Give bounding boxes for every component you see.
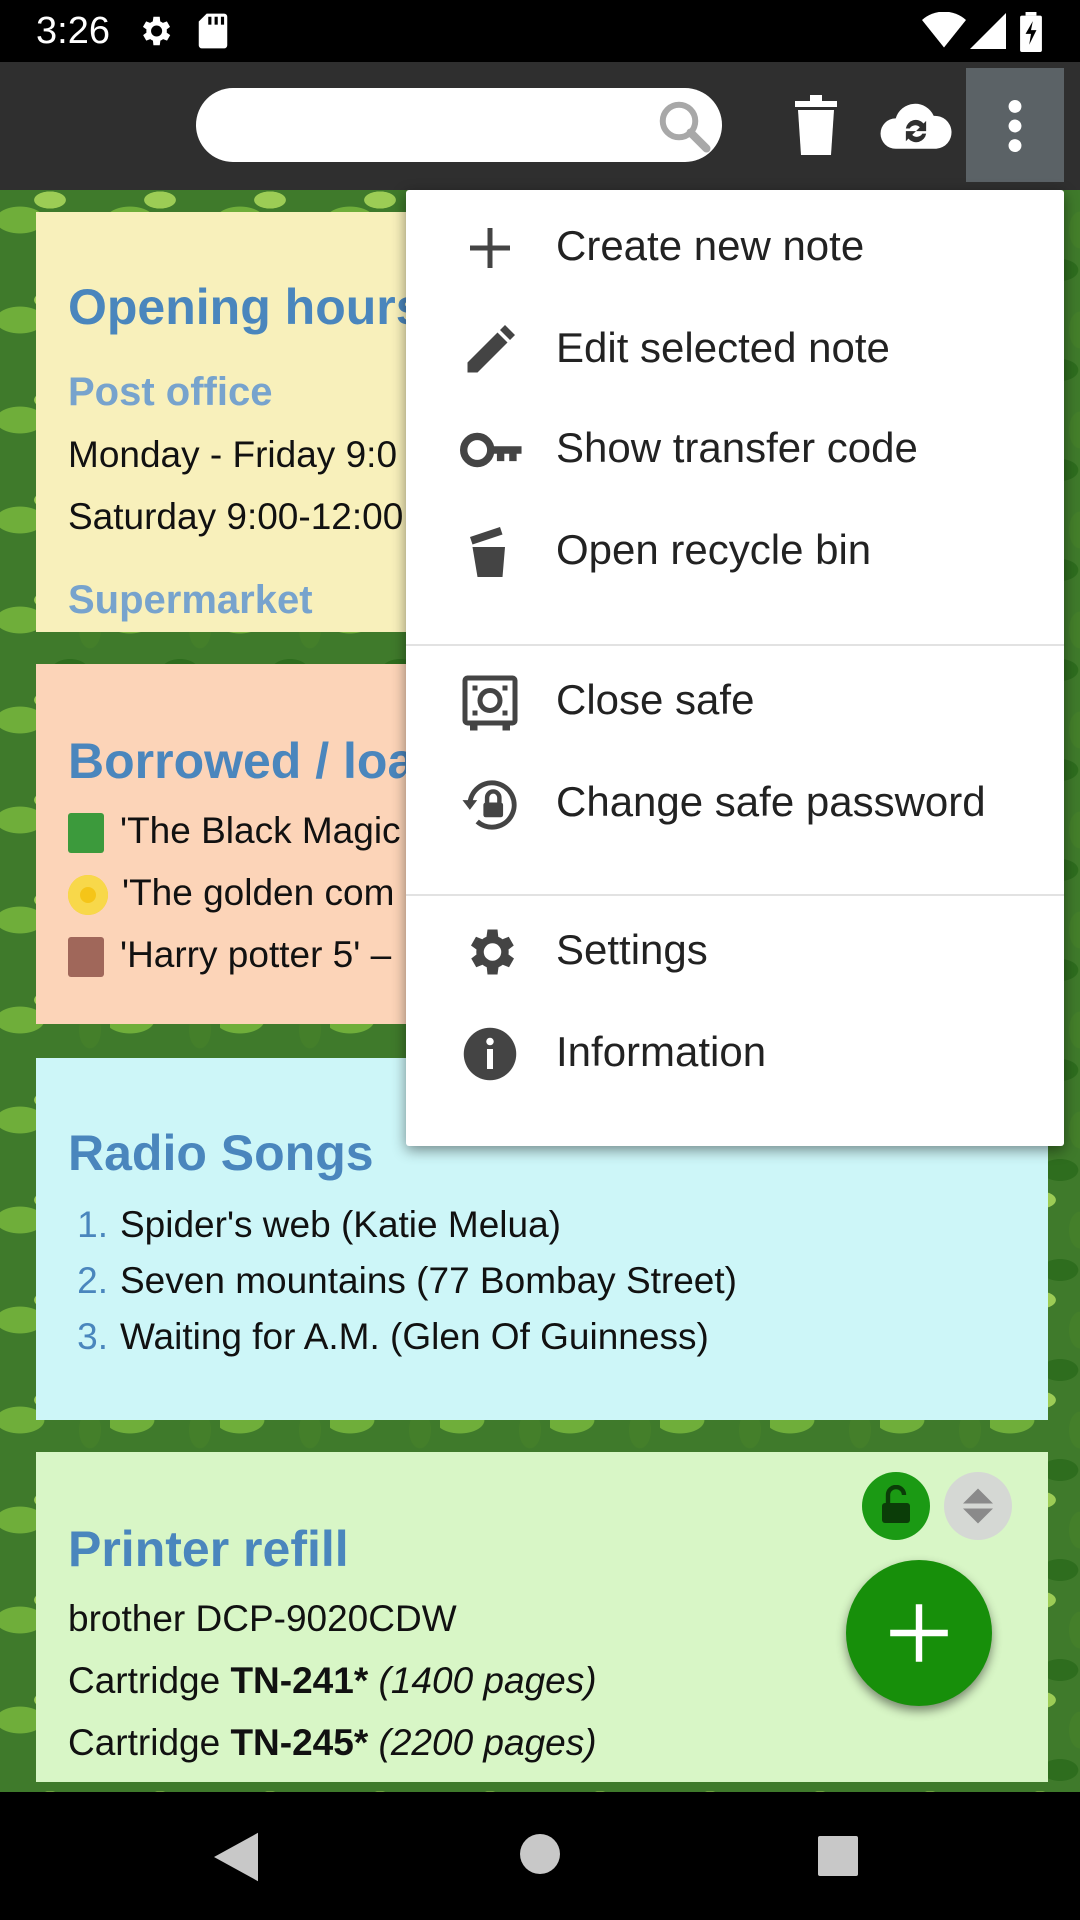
search-icon[interactable]: [654, 96, 714, 161]
book-icon: [68, 937, 104, 978]
note-title: Printer refill: [68, 1521, 349, 1577]
green-book-icon: [68, 813, 104, 854]
recycle-bin-icon: [460, 522, 520, 582]
wifi-icon: [922, 11, 966, 55]
search-input[interactable]: [196, 88, 722, 162]
dvd-icon: [68, 875, 108, 916]
key-icon: [460, 420, 522, 480]
menu-item-create-new-note[interactable]: Create new note: [406, 196, 1064, 296]
gear-icon: [460, 922, 520, 982]
list-item: 3. Waiting for A.M. (Glen Of Guinness): [77, 1316, 709, 1357]
signal-icon: [970, 12, 1006, 55]
system-nav-bar: [0, 1792, 1080, 1920]
back-icon[interactable]: [214, 1832, 258, 1887]
add-note-fab[interactable]: [846, 1560, 992, 1706]
menu-item-settings[interactable]: Settings: [406, 900, 1064, 1000]
note-subheading: Supermarket: [68, 578, 313, 622]
menu-item-information[interactable]: Information: [406, 1002, 1064, 1102]
cloud-sync-icon[interactable]: [878, 96, 954, 161]
note-line: Saturday 9:00-12:00: [68, 496, 404, 537]
note-subheading: Post office: [68, 370, 273, 414]
list-item: 1. Spider's web (Katie Melua): [77, 1204, 561, 1245]
menu-divider: [406, 644, 1064, 646]
settings-status-icon: [136, 12, 174, 55]
overflow-menu: Create new note Edit selected note Show …: [406, 190, 1064, 1146]
status-time: 3:26: [36, 10, 110, 52]
menu-item-change-safe-password[interactable]: Change safe password: [406, 752, 1064, 852]
safe-icon: [460, 672, 520, 732]
list-item: 2. Seven mountains (77 Bombay Street): [77, 1260, 737, 1301]
recents-icon[interactable]: [818, 1836, 858, 1881]
pencil-icon: [460, 320, 520, 380]
lock-reset-icon: [460, 774, 520, 834]
note-line: Monday - Friday 9:0: [68, 434, 398, 475]
info-icon: [460, 1024, 520, 1084]
note-line: Cartridge TN-241* (1400 pages): [68, 1660, 597, 1701]
note-title: Borrowed / loa: [68, 733, 416, 789]
more-options-button[interactable]: [966, 68, 1064, 182]
note-line: 'The golden com: [68, 872, 394, 916]
menu-item-show-transfer-code[interactable]: Show transfer code: [406, 398, 1064, 498]
home-icon[interactable]: [520, 1834, 560, 1879]
menu-item-edit-selected-note[interactable]: Edit selected note: [406, 298, 1064, 398]
menu-divider: [406, 894, 1064, 896]
sd-card-icon: [196, 12, 230, 55]
note-line: 'Harry potter 5' –: [68, 934, 391, 978]
plus-icon: [460, 218, 520, 278]
menu-item-close-safe[interactable]: Close safe: [406, 650, 1064, 750]
menu-item-open-recycle-bin[interactable]: Open recycle bin: [406, 500, 1064, 600]
trash-icon[interactable]: [792, 94, 840, 161]
note-title: Opening hours: [68, 279, 424, 335]
unlock-note-button[interactable]: [862, 1472, 930, 1540]
status-bar: 3:26: [0, 0, 1080, 62]
note-title: Radio Songs: [68, 1125, 374, 1181]
reorder-note-button[interactable]: [944, 1472, 1012, 1540]
app-toolbar: [0, 62, 1080, 190]
note-line: 'The Black Magic: [68, 810, 401, 854]
note-line: brother DCP-9020CDW: [68, 1598, 457, 1639]
note-line: Cartridge TN-245* (2200 pages): [68, 1722, 597, 1763]
battery-icon: [1020, 12, 1042, 57]
